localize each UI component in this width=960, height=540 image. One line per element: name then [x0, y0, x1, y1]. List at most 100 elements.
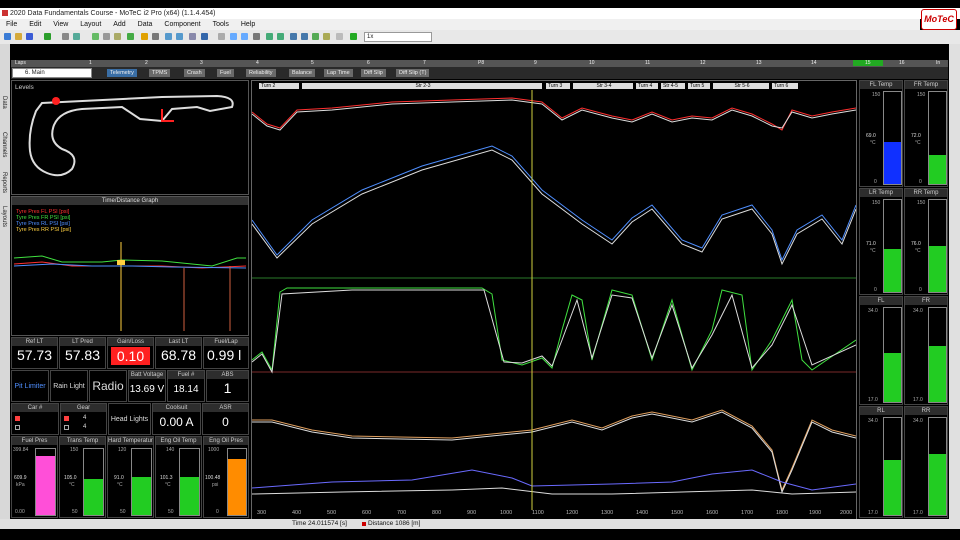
gear-indicator-icon — [64, 425, 69, 430]
highlight-icon[interactable] — [141, 33, 148, 40]
paste-icon[interactable] — [114, 33, 121, 40]
left-arrow-icon[interactable] — [290, 33, 297, 40]
menu-bar: File Edit View Layout Add Data Component… — [0, 19, 920, 30]
lap-number[interactable]: 11 — [645, 60, 650, 66]
zoom-out-icon[interactable] — [241, 33, 248, 40]
tab-diff-slip-t[interactable]: Diff Slip (T) — [396, 69, 430, 77]
redo-icon[interactable] — [176, 33, 183, 40]
lap-number[interactable]: 7 — [423, 60, 426, 66]
fuel-lap-label: Fuel/Lap — [204, 338, 248, 346]
gauge-fill — [884, 141, 901, 184]
tab-layouts[interactable]: Layouts — [1, 206, 7, 227]
ref-lt-box: Ref LT 57.73 — [11, 337, 58, 369]
right-arrow-icon[interactable] — [301, 33, 308, 40]
open-icon[interactable] — [15, 33, 22, 40]
tab-data[interactable]: Data — [1, 96, 7, 109]
status-time: Time 24.011574 [s] — [292, 520, 347, 527]
track-map-panel[interactable]: Levels — [11, 80, 249, 195]
car-number-box: Car # — [11, 403, 59, 435]
lap-number[interactable]: 1 — [89, 60, 92, 66]
cursor-icon[interactable] — [312, 33, 319, 40]
lap-number[interactable]: 6 — [367, 60, 370, 66]
copy-icon[interactable] — [73, 33, 80, 40]
tab-lap-time[interactable]: Lap Time — [324, 69, 353, 77]
grid-icon[interactable] — [152, 33, 159, 40]
lap-number[interactable]: 5 — [311, 60, 314, 66]
menu-data[interactable]: Data — [138, 21, 153, 28]
lap-number[interactable]: 16 — [899, 60, 905, 66]
play-icon[interactable] — [350, 33, 357, 40]
lap-number[interactable]: 13 — [756, 60, 762, 66]
track-map[interactable] — [12, 81, 248, 194]
marker-icon[interactable] — [323, 33, 330, 40]
tool-icon[interactable] — [189, 33, 196, 40]
menu-view[interactable]: View — [53, 21, 68, 28]
save-icon[interactable] — [26, 33, 33, 40]
gauge-label: RL — [860, 407, 902, 415]
tab-crash[interactable]: Crash — [184, 69, 205, 77]
zoom-in-icon[interactable] — [230, 33, 237, 40]
undo-icon[interactable] — [165, 33, 172, 40]
lap-number[interactable]: 10 — [589, 60, 595, 66]
gauge-min: 17.0 — [913, 397, 923, 403]
window-title: 2020 Data Fundamentals Course - MoTeC i2… — [10, 10, 216, 17]
left-side-tabs: Data Channels Reports Layouts — [0, 44, 10, 524]
batt-voltage-value: 13.69 V — [129, 384, 165, 395]
menu-component[interactable]: Component — [164, 21, 200, 28]
lap-number[interactable]: 14 — [811, 60, 817, 66]
laps-bar[interactable]: Laps 1 2 3 4 5 6 7 P8 9 10 11 12 13 14 1… — [11, 60, 948, 67]
zoom-fit-icon[interactable] — [218, 33, 225, 40]
new-icon[interactable] — [4, 33, 11, 40]
menu-file[interactable]: File — [6, 21, 17, 28]
lap-number[interactable]: 2 — [145, 60, 148, 66]
lap-number[interactable]: In — [936, 60, 940, 66]
tab-reports[interactable]: Reports — [1, 172, 7, 193]
pit-limiter-label: Pit Limiter — [14, 383, 46, 390]
batt-voltage-box: Batt Voltage 13.69 V — [128, 370, 166, 402]
gauge-bar — [883, 199, 902, 293]
stop-icon[interactable] — [336, 33, 343, 40]
gauge-bar — [227, 448, 247, 516]
tab-diff-slip[interactable]: Diff Slip — [361, 69, 386, 77]
workbook-select[interactable]: 6. Main — [12, 68, 92, 78]
pit-limiter-box: Pit Limiter — [11, 370, 49, 402]
zoom-select[interactable]: 1x — [364, 32, 432, 42]
tab-channels[interactable]: Channels — [1, 132, 7, 157]
tab-reliability[interactable]: Reliability — [246, 69, 276, 77]
menu-layout[interactable]: Layout — [80, 21, 101, 28]
gauge-min: 17.0 — [868, 397, 878, 403]
print-icon[interactable] — [62, 33, 69, 40]
x-axis-label: 1600 — [706, 510, 719, 516]
time-distance-panel[interactable]: Time/Distance Graph Tyre Pres FL PSI [ps… — [11, 196, 249, 336]
check-icon[interactable] — [127, 33, 134, 40]
tab-fuel[interactable]: Fuel — [217, 69, 234, 77]
trans-temp-gauge: Trans Temp 150 105.0 °C 50 — [59, 436, 106, 518]
add-icon[interactable] — [44, 33, 51, 40]
gauge-label: FR Temp — [905, 81, 947, 89]
cut-icon[interactable] — [103, 33, 110, 40]
swap-icon[interactable] — [201, 33, 208, 40]
time-distance-plot[interactable] — [12, 206, 248, 336]
gauge-value: 91.0 — [114, 475, 124, 481]
window-icon[interactable] — [253, 33, 260, 40]
export-icon[interactable] — [92, 33, 99, 40]
tab-tpms[interactable]: TPMS — [149, 69, 171, 77]
lap-number[interactable]: 12 — [700, 60, 706, 66]
gauge-bar — [928, 199, 947, 293]
menu-tools[interactable]: Tools — [213, 21, 229, 28]
lap-number[interactable]: 9 — [534, 60, 537, 66]
telemetry-traces[interactable] — [252, 90, 856, 510]
tab-balance[interactable]: Balance — [289, 69, 315, 77]
lap-number[interactable]: P8 — [478, 60, 484, 66]
lap-number[interactable]: 3 — [200, 60, 203, 66]
gauge-min: 0 — [216, 509, 219, 515]
menu-help[interactable]: Help — [241, 21, 255, 28]
menu-add[interactable]: Add — [113, 21, 125, 28]
lap-number-current[interactable]: 15 — [853, 60, 883, 66]
menu-edit[interactable]: Edit — [29, 21, 41, 28]
tab-telemetry[interactable]: Telemetry — [107, 69, 137, 77]
back-icon[interactable] — [266, 33, 273, 40]
lap-number[interactable]: 4 — [256, 60, 259, 66]
x-axis-label: 400 — [292, 510, 302, 516]
forward-icon[interactable] — [277, 33, 284, 40]
